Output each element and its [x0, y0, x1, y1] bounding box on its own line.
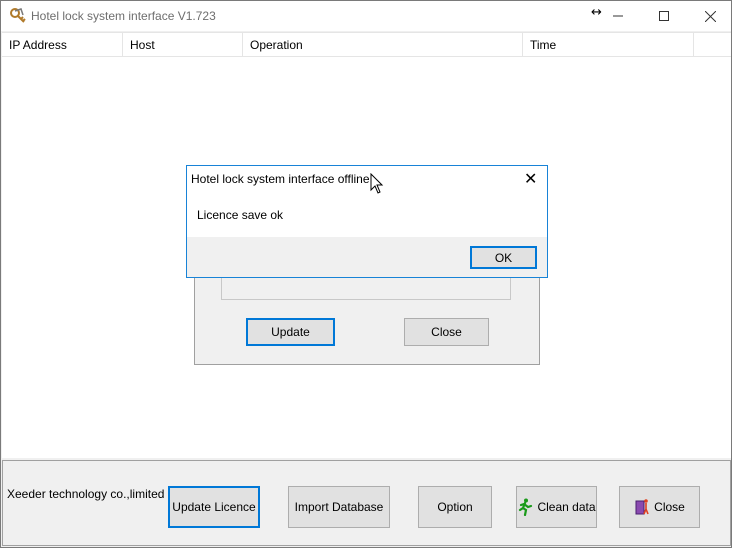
option-button[interactable]: Option — [418, 486, 492, 528]
clean-data-button[interactable]: Clean data — [516, 486, 597, 528]
update-button[interactable]: Update — [246, 318, 335, 346]
licence-dialog: Update Close — [194, 269, 540, 365]
message-text: Licence save ok — [197, 208, 284, 222]
window-title: Hotel lock system interface V1.723 — [31, 9, 216, 23]
table-header: IP Address Host Operation Time — [2, 33, 731, 57]
message-box-close-icon[interactable]: ✕ — [524, 169, 537, 188]
column-header-ip-address[interactable]: IP Address — [2, 33, 123, 57]
column-header-host[interactable]: Host — [123, 33, 243, 57]
column-header-time[interactable]: Time — [523, 33, 694, 57]
message-box: Hotel lock system interface offline ✕ Li… — [186, 165, 548, 278]
minimize-button[interactable] — [595, 1, 641, 31]
close-window-button[interactable] — [687, 1, 732, 31]
import-database-button[interactable]: Import Database — [288, 486, 390, 528]
minimize-icon — [613, 15, 623, 17]
company-name: Xeeder technology co.,limited — [7, 487, 165, 501]
running-man-icon — [519, 498, 533, 516]
close-app-label: Close — [654, 500, 685, 514]
title-bar[interactable]: Hotel lock system interface V1.723 ↔ — [1, 1, 731, 31]
keys-icon — [10, 8, 26, 23]
update-licence-button[interactable]: Update Licence — [168, 486, 260, 528]
maximize-icon — [659, 11, 669, 21]
column-header-operation[interactable]: Operation — [243, 33, 523, 57]
main-window: Hotel lock system interface V1.723 ↔ IP … — [0, 0, 732, 548]
import-database-label: Import Database — [294, 500, 384, 514]
message-box-title: Hotel lock system interface offline — [191, 172, 370, 186]
close-app-button[interactable]: Close — [619, 486, 700, 528]
dialog-close-button[interactable]: Close — [404, 318, 489, 346]
bottom-toolbar: Xeeder technology co.,limited Update Lic… — [2, 460, 731, 546]
option-label: Option — [437, 500, 473, 514]
mouse-pointer-icon — [370, 173, 384, 194]
clean-data-label: Clean data — [537, 500, 596, 514]
maximize-button[interactable] — [641, 1, 687, 31]
exit-door-icon — [635, 499, 649, 515]
close-icon — [704, 10, 716, 22]
ok-button[interactable]: OK — [470, 246, 537, 269]
message-box-footer: OK — [187, 237, 547, 277]
update-licence-label: Update Licence — [172, 500, 256, 514]
